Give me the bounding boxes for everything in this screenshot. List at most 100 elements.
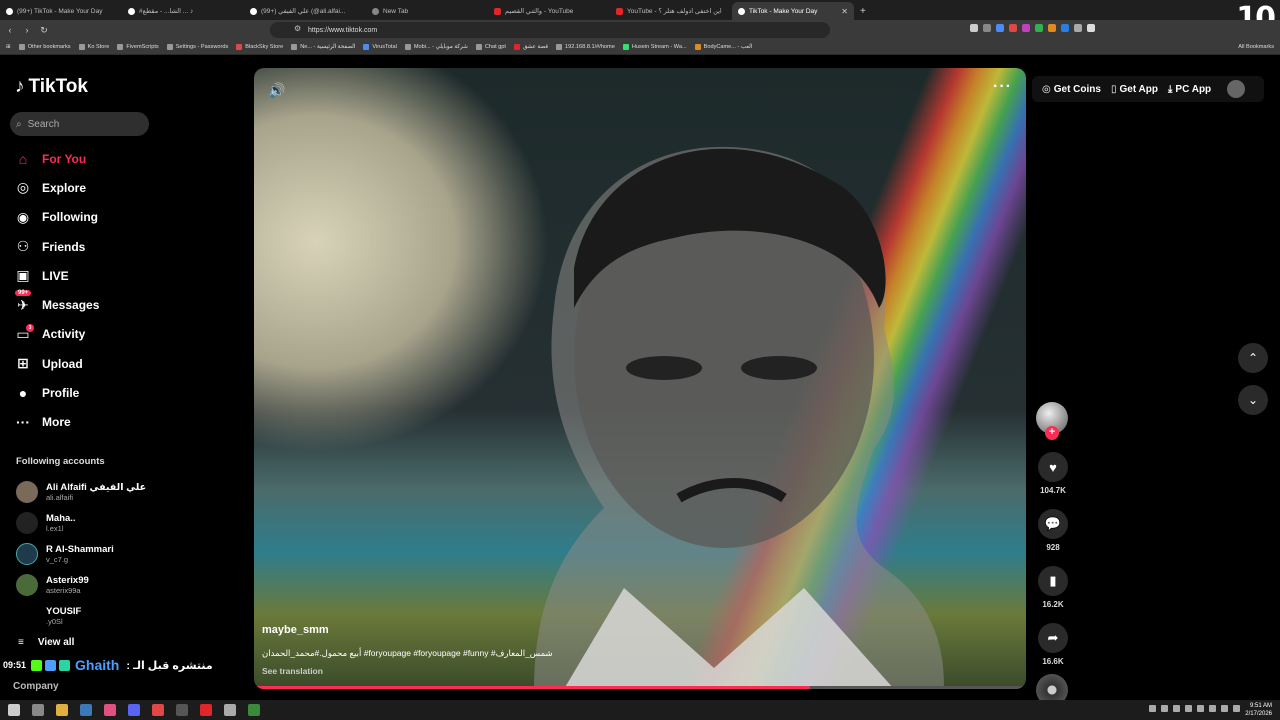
search-input[interactable]: ⌕ Search [10,112,149,136]
tray-icon[interactable] [1209,705,1216,712]
video-progress-bar[interactable] [254,686,1026,689]
extension-icon[interactable] [970,24,978,32]
bookmark-item[interactable]: VirusTotal [363,44,397,50]
extension-icon[interactable] [1009,24,1017,32]
user-avatar[interactable] [1227,80,1246,98]
video-username[interactable]: maybe_smm [262,624,329,636]
creator-avatar[interactable]: + [1036,402,1068,440]
back-icon[interactable]: ‹ [3,25,17,35]
bookmark-item[interactable]: BlackSky Store [236,44,283,50]
browser-tab[interactable]: والثني القصيم - YouTube [488,2,610,20]
like-action[interactable]: ♥ 104.7K [1036,452,1070,495]
save-action[interactable]: ▮ 16.2K [1036,566,1070,609]
extension-icon[interactable] [1061,24,1069,32]
close-tab-icon[interactable]: ✕ [841,7,848,16]
bookmark-icon[interactable]: ▮ [1038,566,1068,596]
browser-tab[interactable]: (99+) علي الفيفي (@ali.alfai... [244,2,366,20]
forward-icon[interactable]: › [20,25,34,35]
tray-icon[interactable] [1221,705,1228,712]
nav-explore[interactable]: ◎ Explore [14,173,99,202]
browser-tab-active[interactable]: TikTok - Make Your Day ✕ [732,2,854,20]
account-item[interactable]: Maha.. l.ex1l [16,507,146,538]
tray-icon[interactable] [1233,705,1240,712]
heart-icon[interactable]: ♥ [1038,452,1068,482]
bookmark-item[interactable]: Ne... - الصفحة الرئيسية [291,44,355,50]
get-coins-button[interactable]: ◎ Get Coins [1042,84,1101,95]
nav-live[interactable]: ▣ LIVE [14,261,99,290]
see-translation-button[interactable]: See translation [262,666,323,676]
app-icon[interactable] [104,704,116,716]
tray-icon[interactable] [1185,705,1192,712]
bookmark-item[interactable]: Chat gpt [475,44,506,50]
view-all-button[interactable]: ≡ View all [18,637,74,648]
bookmark-item[interactable]: FivemScripts [117,44,159,50]
extension-icon[interactable] [1022,24,1030,32]
taskbar-clock[interactable]: 9:51 AM 2/17/2026 [1245,702,1272,718]
nav-messages[interactable]: ✈ 99+ Messages [14,290,99,319]
apps-icon[interactable]: ⊞ [6,44,11,50]
nav-for-you[interactable]: ⌂ For You [14,144,99,173]
follow-plus-icon[interactable]: + [1045,426,1059,440]
account-item[interactable]: YOUSIF .y0Sl [16,600,146,631]
bookmark-item[interactable]: Husein Stream - Wa... [622,44,687,50]
nav-friends[interactable]: ⚇ Friends [14,232,99,261]
site-info-icon[interactable]: ⚙ [294,24,301,33]
extension-icon[interactable] [996,24,1004,32]
account-item[interactable]: R Al-Shammari v_c7.g [16,538,146,569]
app-icon[interactable] [248,704,260,716]
extension-icon[interactable] [1074,24,1082,32]
comment-action[interactable]: 💬 928 [1036,509,1070,552]
extension-icon[interactable] [983,24,991,32]
steam-icon[interactable] [80,704,92,716]
comment-icon[interactable]: 💬 [1038,509,1068,539]
previous-video-button[interactable]: ⌃ [1238,343,1268,373]
video-player[interactable]: 🔊 ··· maybe_smm أبيع محمول.#محمد_الحمدان… [254,68,1026,689]
file-explorer-icon[interactable] [56,704,68,716]
nav-activity[interactable]: ▭ 3 Activity [14,320,99,349]
tray-icon[interactable] [1161,705,1168,712]
new-tab-button[interactable]: + [854,6,872,20]
bookmark-item[interactable]: Other bookmarks [18,44,71,50]
bookmark-item[interactable]: قصة عشق [513,44,548,50]
extension-icon[interactable] [1035,24,1043,32]
browser-tab[interactable]: #الشا... - مقطع ... ♪ [122,2,244,20]
share-action[interactable]: ➦ 16.6K [1036,623,1070,666]
tray-icon[interactable] [1173,705,1180,712]
browser-tab[interactable]: New Tab [366,2,488,20]
tiktok-logo[interactable]: ♪ TikTok [15,76,88,98]
company-link[interactable]: Company [13,681,59,692]
app-icon[interactable] [224,704,236,716]
bookmark-item[interactable]: BodyCame... - العب [694,44,752,50]
discord-icon[interactable] [128,704,140,716]
nav-following[interactable]: ◉ Following [14,203,99,232]
bookmark-item[interactable]: Settings - Passwords [166,44,228,50]
app-icon[interactable] [200,704,212,716]
all-bookmarks[interactable]: All Bookmarks [1238,44,1274,50]
address-bar[interactable]: ⚙ https://www.tiktok.com [270,22,830,38]
bookmark-item[interactable]: Ko Store [78,44,109,50]
tray-icon[interactable] [1149,705,1156,712]
account-item[interactable]: Asterix99 asterix99a [16,569,146,600]
search-icon[interactable] [32,704,44,716]
browser-tab[interactable]: YouTube - اين اختفى ادولف هتلر ؟ [610,2,732,20]
account-item[interactable]: Ali Alfaifi علي الفيفي ali.alfaifi [16,476,146,507]
share-icon[interactable]: ➦ [1038,623,1068,653]
extension-icon[interactable] [1048,24,1056,32]
app-icon[interactable] [152,704,164,716]
bookmark-item[interactable]: Mobi... - شركة موبايلي [404,44,468,50]
nav-profile[interactable]: ● Profile [14,378,99,407]
nav-upload[interactable]: ⊞ Upload [14,349,99,378]
windows-start-icon[interactable] [8,704,20,716]
more-options-icon[interactable]: ··· [993,78,1012,96]
pc-app-button[interactable]: ⤓ PC App [1168,84,1211,95]
extension-icon[interactable] [1087,24,1095,32]
bookmark-item[interactable]: 192.168.8.1/#/home [556,44,615,50]
chrome-icon[interactable] [176,704,188,716]
browser-tab[interactable]: (99+) TikTok - Make Your Day [0,2,122,20]
next-video-button[interactable]: ⌄ [1238,385,1268,415]
reload-icon[interactable]: ↻ [37,25,51,36]
get-app-button[interactable]: ▯ Get App [1111,84,1158,95]
tray-icon[interactable] [1197,705,1204,712]
nav-more[interactable]: ··· More [14,408,99,437]
volume-icon[interactable]: 🔊 [268,82,285,99]
